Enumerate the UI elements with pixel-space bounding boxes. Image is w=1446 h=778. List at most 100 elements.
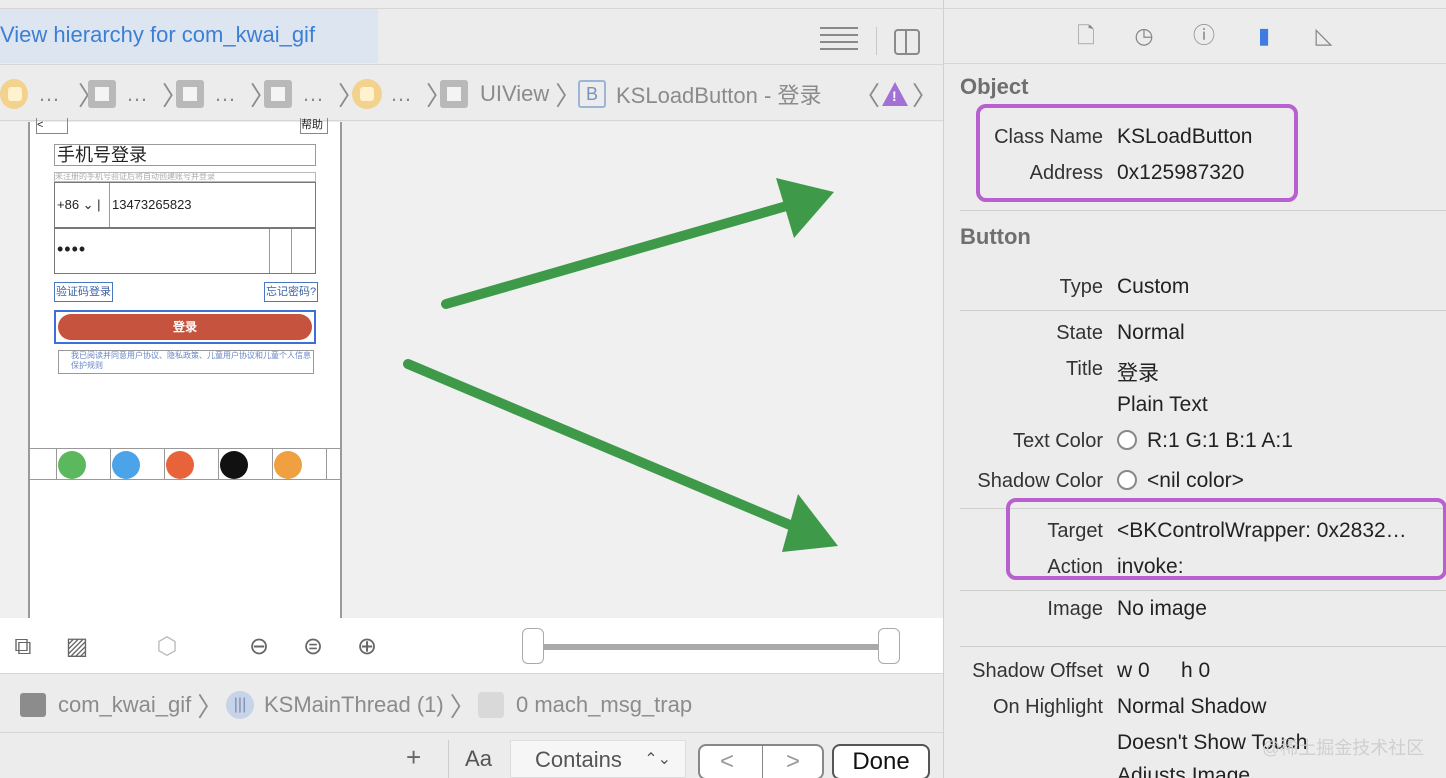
slider-track: [532, 644, 892, 650]
on-highlight-value: Normal Shadow: [1117, 695, 1267, 718]
match-case-button[interactable]: Aa: [448, 740, 508, 778]
eye-icon[interactable]: [291, 229, 315, 273]
chevron-right-icon: 〉: [197, 691, 224, 722]
view-icon: [440, 80, 468, 108]
help-inspector-icon[interactable]: ⓘ: [1190, 21, 1218, 51]
debug-app[interactable]: com_kwai_gif 〉: [20, 691, 223, 722]
contains-popup[interactable]: Contains ⌃⌄: [510, 740, 686, 778]
wechat-icon[interactable]: [58, 451, 86, 479]
crumb-label: …: [38, 81, 60, 106]
weibo-icon[interactable]: [274, 451, 302, 479]
chevron-right-icon[interactable]: 〉: [912, 76, 938, 113]
shadow-color-value: <nil color>: [1117, 469, 1244, 493]
crumb-label: UIView: [480, 81, 550, 106]
editor-options-icon[interactable]: [820, 27, 858, 53]
xcode-window: View hierarchy for com_kwai_gif … 〉 … 〉 …: [0, 0, 1446, 778]
add-editor-icon[interactable]: [894, 29, 920, 55]
add-icon[interactable]: +: [406, 742, 421, 773]
sms-login-link[interactable]: 验证码登录: [54, 282, 113, 302]
crumb-uiview[interactable]: UIView 〉: [440, 79, 581, 111]
object-section-header: Object: [960, 74, 1029, 99]
phone-preview[interactable]: < 帮助 手机号登录 未注册的手机号验证后将自动创建账号并登录 +86 ⌄ | …: [28, 118, 342, 618]
chevron-left-icon[interactable]: 〈: [854, 76, 880, 113]
type-value: Custom: [1117, 275, 1190, 298]
crumb-label: …: [214, 81, 236, 106]
login-button[interactable]: 登录: [58, 314, 312, 340]
country-code[interactable]: +86 ⌄ |: [57, 197, 101, 213]
debug-thread[interactable]: ||| KSMainThread (1) 〉: [226, 691, 476, 722]
view-debugger-pane: View hierarchy for com_kwai_gif … 〉 … 〉 …: [0, 0, 943, 778]
view-icon: [264, 80, 292, 108]
social-login-row: [30, 448, 340, 480]
shadow-offset-label: Shadow Offset: [972, 660, 1103, 682]
hierarchy-title: View hierarchy for com_kwai_gif: [0, 22, 316, 47]
object-inspector-icon[interactable]: ▮: [1250, 21, 1278, 51]
apple-icon[interactable]: [220, 451, 248, 479]
login-title: 手机号登录: [54, 144, 316, 166]
phone-field[interactable]: +86 ⌄ | 13473265823: [54, 182, 316, 228]
state-value: Normal: [1117, 321, 1185, 344]
slider-min-knob[interactable]: [522, 628, 544, 664]
crumb-label: …: [390, 81, 412, 106]
login-button-selection[interactable]: 登录: [54, 310, 316, 344]
find-next-button[interactable]: >: [786, 748, 800, 776]
text-color-label: Text Color: [1012, 430, 1103, 452]
shadow-offset-w: w 0: [1117, 659, 1150, 682]
thread-icon: |||: [226, 691, 254, 719]
password-field[interactable]: ••••: [54, 228, 316, 274]
view-canvas[interactable]: < 帮助 手机号登录 未注册的手机号验证后将自动创建账号并登录 +86 ⌄ | …: [0, 118, 943, 618]
issue-nav[interactable]: 〈 ! 〉: [854, 79, 938, 111]
contains-label: Contains: [535, 747, 622, 772]
inspector-pane: 🗋 ◷ ⓘ ▮ ◺ Object Class Name KSLoadButton…: [943, 0, 1446, 778]
qq-icon[interactable]: [112, 451, 140, 479]
warning-icon[interactable]: !: [882, 82, 909, 106]
state-label: State: [1056, 322, 1103, 344]
find-previous-button[interactable]: <: [720, 748, 734, 776]
zoom-in-icon[interactable]: ⊕: [352, 632, 382, 662]
clear-icon[interactable]: [269, 229, 291, 273]
crumb-current-button[interactable]: B KSLoadButton - 登录: [578, 79, 821, 109]
title-tab[interactable]: View hierarchy for com_kwai_gif: [0, 9, 378, 63]
history-inspector-icon[interactable]: ◷: [1130, 21, 1158, 51]
crumb-view-1[interactable]: … 〉: [88, 79, 188, 111]
find-bar: + Aa Contains ⌃⌄ < > Done: [0, 734, 943, 778]
crumb-label: KSLoadButton - 登录: [616, 83, 822, 108]
forgot-password-link[interactable]: 忘记密码?: [264, 282, 319, 302]
3d-view-icon[interactable]: ⬡: [152, 632, 182, 662]
color-swatch-icon: [1117, 470, 1137, 490]
done-button[interactable]: Done: [832, 744, 930, 778]
phone-number[interactable]: 13473265823: [109, 183, 315, 227]
popup-arrows-icon: ⌃⌄: [644, 751, 671, 768]
thread-name: KSMainThread (1): [264, 692, 444, 717]
button-section-header: Button: [960, 224, 1031, 249]
zoom-actual-icon[interactable]: ⊜: [298, 632, 328, 662]
title-kind-value: Plain Text: [1117, 393, 1208, 416]
canvas-toolbar: ⧉ ▨ ⬡ ⊖ ⊜ ⊕: [0, 618, 943, 674]
debug-frame[interactable]: 0 mach_msg_trap: [478, 691, 692, 719]
view-icon: [88, 80, 116, 108]
button-class-icon: B: [578, 80, 606, 108]
title-label: Title: [1065, 358, 1103, 380]
file-inspector-icon[interactable]: 🗋: [1072, 21, 1100, 51]
zoom-out-icon[interactable]: ⊖: [244, 632, 274, 662]
agreement-text[interactable]: 我已阅读并同意用户协议、隐私政策、儿童用户协议和儿童个人信息保护规则: [58, 350, 314, 374]
debug-bar: com_kwai_gif 〉 ||| KSMainThread (1) 〉 0 …: [0, 675, 943, 733]
slider-max-knob[interactable]: [878, 628, 900, 664]
spacing-slider[interactable]: [522, 628, 902, 664]
kuaishou-icon[interactable]: [166, 451, 194, 479]
divider: [960, 646, 1446, 647]
frame-icon: [478, 692, 504, 718]
show-constraints-icon[interactable]: ▨: [62, 632, 92, 662]
crumb-controller[interactable]: … 〉: [352, 79, 452, 111]
crumb-view-3[interactable]: … 〉: [264, 79, 364, 111]
size-inspector-icon[interactable]: ◺: [1310, 21, 1338, 51]
image-label: Image: [1047, 598, 1103, 620]
crumb-view-2[interactable]: … 〉: [176, 79, 276, 111]
type-label: Type: [1059, 276, 1103, 298]
divider: [960, 590, 1446, 591]
help-button[interactable]: 帮助: [300, 118, 328, 134]
object-highlight-box: [976, 104, 1298, 202]
back-button[interactable]: <: [36, 118, 68, 134]
show-clipped-icon[interactable]: ⧉: [8, 632, 38, 662]
debugger-title-bar: View hierarchy for com_kwai_gif: [0, 8, 943, 64]
